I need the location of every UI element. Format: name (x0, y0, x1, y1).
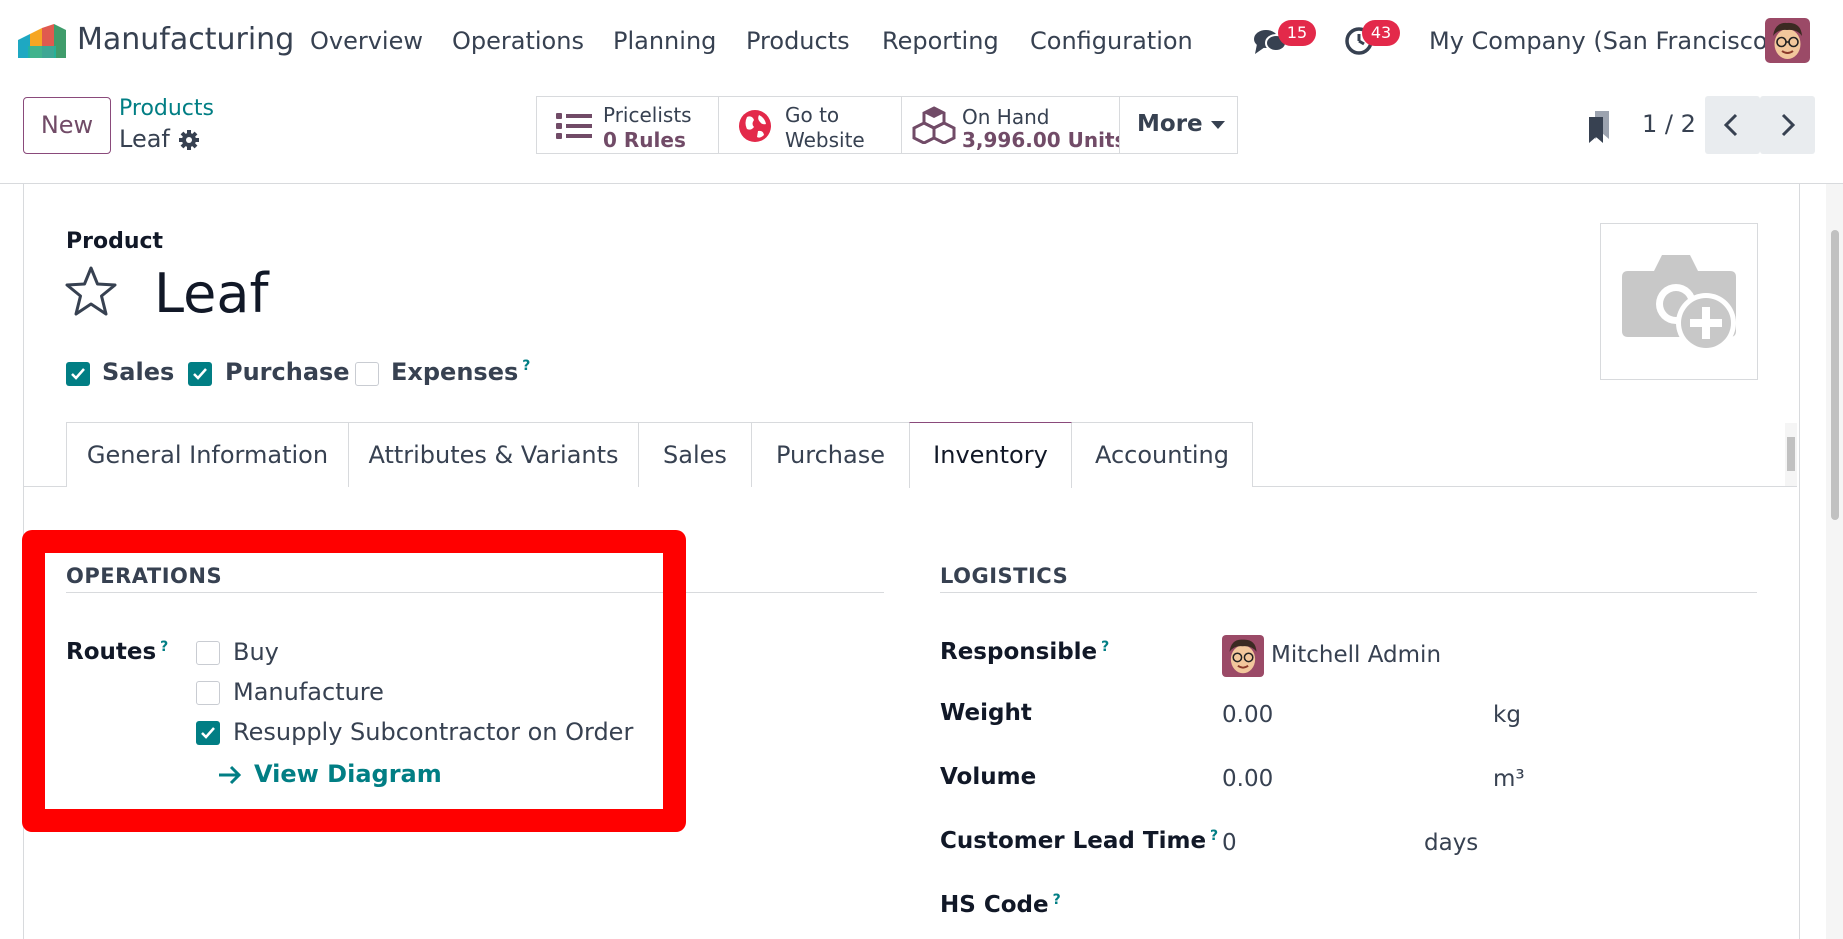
menu-reporting[interactable]: Reporting (882, 27, 999, 55)
tab-accounting[interactable]: Accounting (1071, 422, 1253, 487)
weight-unit: kg (1493, 702, 1521, 728)
tabs-scrollbar[interactable] (1785, 423, 1797, 486)
breadcrumb-current: Leaf (119, 125, 170, 153)
purchase-checkbox-label[interactable]: Purchase (225, 358, 350, 386)
tab-purchase[interactable]: Purchase (751, 422, 910, 487)
customer-lead-time-label: Customer Lead Time (940, 828, 1207, 854)
tab-inventory[interactable]: Inventory (909, 422, 1072, 488)
responsible-avatar (1222, 635, 1264, 677)
hs-code-help-icon[interactable]: ? (1053, 892, 1061, 908)
page-scrollbar[interactable] (1826, 184, 1843, 939)
top-navbar: Manufacturing Overview Operations Planni… (0, 0, 1843, 83)
purchase-checkbox[interactable] (188, 362, 212, 386)
user-avatar[interactable] (1765, 18, 1810, 63)
sales-checkbox[interactable] (66, 362, 90, 386)
responsible-label: Responsible (940, 639, 1098, 665)
responsible-value[interactable]: Mitchell Admin (1271, 642, 1441, 668)
lead-time-help-icon[interactable]: ? (1210, 828, 1218, 844)
go-to-website-button[interactable]: Go to Website (718, 96, 902, 154)
cubes-icon (912, 106, 956, 144)
on-hand-smart-button[interactable]: On Hand 3,996.00 Units (901, 96, 1126, 154)
more-label: More (1137, 111, 1203, 137)
star-icon[interactable] (64, 265, 118, 317)
customer-lead-time-input[interactable]: 0 (1222, 830, 1237, 856)
menu-configuration[interactable]: Configuration (1030, 27, 1193, 55)
pager-previous-button[interactable] (1705, 96, 1760, 154)
menu-overview[interactable]: Overview (310, 27, 423, 55)
on-hand-value: 3,996.00 Units (962, 128, 1127, 152)
expenses-checkbox[interactable] (355, 362, 379, 386)
pager-next-button[interactable] (1760, 96, 1815, 154)
lead-time-unit: days (1424, 830, 1479, 856)
control-panel: New Products Leaf Pricelists 0 Rules Go … (0, 83, 1843, 184)
pager-value[interactable]: 1 / 2 (1642, 110, 1696, 138)
manufacturing-logo-icon[interactable] (18, 24, 66, 58)
list-icon (556, 113, 592, 139)
hs-code-label: HS Code (940, 892, 1049, 918)
globe-icon (739, 110, 771, 142)
weight-input[interactable]: 0.00 (1222, 702, 1273, 728)
bookmark-icon[interactable] (1589, 111, 1613, 143)
new-button[interactable]: New (23, 97, 111, 154)
company-switcher[interactable]: My Company (San Francisco) (1429, 27, 1777, 55)
more-dropdown[interactable]: More (1119, 96, 1238, 154)
tab-sales[interactable]: Sales (638, 422, 752, 487)
volume-label: Volume (940, 764, 1037, 790)
sales-checkbox-label[interactable]: Sales (102, 358, 174, 386)
volume-input[interactable]: 0.00 (1222, 766, 1273, 792)
menu-products[interactable]: Products (746, 27, 850, 55)
pricelists-smart-button[interactable]: Pricelists 0 Rules (536, 96, 719, 154)
expenses-checkbox-label[interactable]: Expenses (391, 358, 518, 386)
activities-badge: 43 (1362, 20, 1400, 46)
weight-label: Weight (940, 700, 1032, 726)
pricelists-count: 0 Rules (603, 128, 686, 152)
pricelists-label: Pricelists (603, 103, 692, 127)
responsible-help-icon[interactable]: ? (1101, 639, 1109, 655)
camera-plus-icon (1622, 255, 1736, 353)
logistics-section-title: LOGISTICS (940, 564, 1069, 588)
on-hand-label: On Hand (962, 105, 1050, 129)
product-name[interactable]: Leaf (154, 262, 268, 325)
gear-icon[interactable] (178, 129, 200, 151)
tab-attributes-variants[interactable]: Attributes & Variants (348, 422, 639, 487)
product-type-label: Product (66, 229, 164, 254)
volume-unit: m³ (1493, 766, 1525, 792)
tab-general-information[interactable]: General Information (66, 422, 349, 487)
messages-badge: 15 (1278, 20, 1316, 46)
product-image-upload[interactable] (1600, 223, 1758, 380)
app-name[interactable]: Manufacturing (77, 22, 294, 57)
menu-planning[interactable]: Planning (613, 27, 716, 55)
logistics-divider (940, 592, 1757, 593)
breadcrumb-products[interactable]: Products (119, 96, 214, 121)
chevron-down-icon (1210, 120, 1225, 129)
website-label-2: Website (785, 128, 865, 152)
red-highlight-box (22, 530, 686, 832)
chevron-left-icon (1723, 113, 1738, 137)
expenses-help-icon[interactable]: ? (522, 358, 530, 374)
website-label-1: Go to (785, 103, 840, 127)
chevron-right-icon (1781, 113, 1796, 137)
menu-operations[interactable]: Operations (452, 27, 584, 55)
